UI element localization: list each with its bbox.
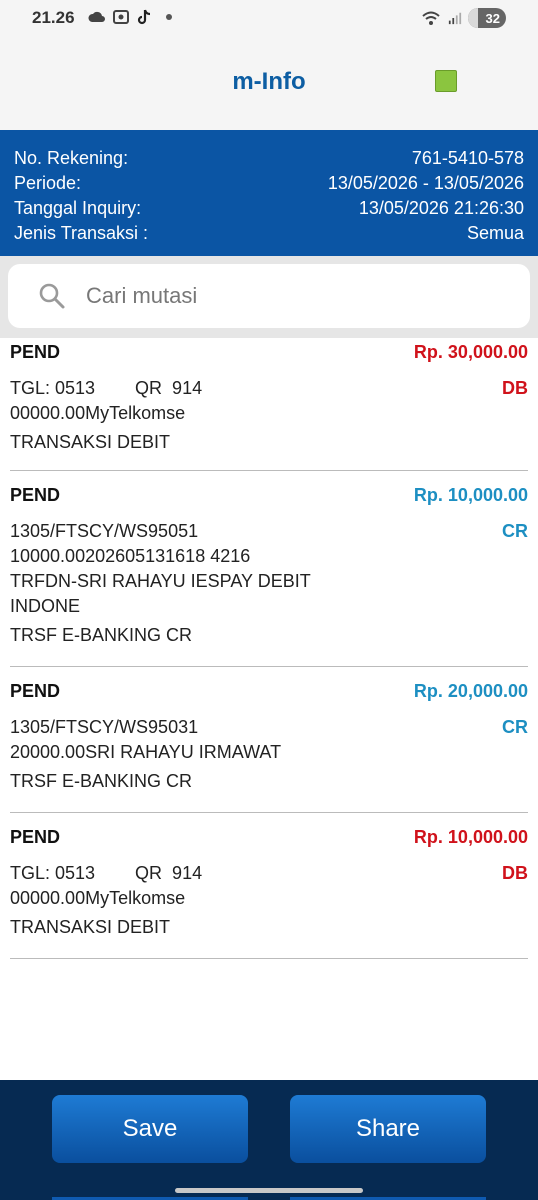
period-row: Periode: 13/05/2026 - 13/05/2026: [14, 171, 524, 196]
transaction-type: CR: [502, 717, 528, 737]
transaction-desc-line: TGL: 0513 QR 914: [10, 378, 203, 398]
transaction-desc-line: 00000.00MyTelkomse: [10, 888, 186, 908]
transaction-status: PEND: [10, 485, 61, 505]
cloud-icon: [88, 11, 105, 22]
transaction-desc-line: 00000.00MyTelkomse: [10, 403, 186, 423]
transaction-desc-line: TRFDN-SRI RAHAYU IESPAY DEBIT: [10, 571, 311, 591]
search-icon: [39, 283, 65, 309]
transaction-type: DB: [502, 863, 528, 883]
inquiry-date-value: 13/05/2026 21:26:30: [358, 198, 524, 218]
transaction-item[interactable]: PEND Rp. 20,000.00 1305/FTSCY/WS95031 20…: [10, 667, 528, 813]
transaction-amount: Rp. 20,000.00: [413, 681, 528, 701]
app-bar: m-Info: [0, 40, 538, 130]
period-value: 13/05/2026 - 13/05/2026: [327, 173, 524, 193]
inquiry-date-row: Tanggal Inquiry: 13/05/2026 21:26:30: [14, 196, 524, 221]
bottom-action-bar: Save Share: [0, 1080, 538, 1200]
connection-indicator: [435, 70, 457, 92]
transaction-category: TRANSAKSI DEBIT: [10, 917, 171, 937]
status-time: 21.26: [32, 8, 75, 27]
transaction-desc-line: 1305/FTSCY/WS95031: [10, 717, 199, 737]
transaction-status: PEND: [10, 342, 61, 362]
search-box[interactable]: [8, 264, 530, 328]
battery-level: 32: [485, 10, 500, 26]
save-button[interactable]: Save: [52, 1095, 248, 1163]
account-number-label: No. Rekening:: [14, 148, 129, 168]
screenshot-icon: [113, 10, 129, 24]
inquiry-date-label: Tanggal Inquiry:: [14, 198, 142, 218]
transaction-list: PEND Rp. 30,000.00 TGL: 0513 QR 914 0000…: [10, 338, 528, 959]
notification-icons: [88, 9, 172, 25]
transaction-status: PEND: [10, 827, 61, 847]
search-area: [0, 256, 538, 338]
more-notifications-dot: [166, 14, 172, 20]
period-label: Periode:: [14, 173, 82, 193]
transaction-type: CR: [502, 521, 528, 541]
transaction-amount: Rp. 10,000.00: [413, 485, 528, 505]
wifi-icon: [422, 11, 440, 25]
transaction-category: TRSF E-BANKING CR: [10, 625, 193, 645]
transaction-status: PEND: [10, 681, 61, 701]
transaction-type-value: Semua: [466, 223, 524, 243]
status-bar: 21.26 32: [0, 0, 538, 40]
account-info-panel: No. Rekening: 761-5410-578 Periode: 13/0…: [0, 130, 538, 256]
transaction-type: DB: [502, 378, 528, 398]
transaction-category: TRANSAKSI DEBIT: [10, 432, 171, 452]
tiktok-icon: [137, 9, 151, 25]
transaction-desc-line: 20000.00SRI RAHAYU IRMAWAT: [10, 742, 282, 762]
battery-icon: 32: [468, 8, 506, 28]
transaction-item[interactable]: PEND Rp. 10,000.00 TGL: 0513 QR 914 0000…: [10, 813, 528, 959]
account-number-row: No. Rekening: 761-5410-578: [14, 146, 524, 171]
transaction-desc-line: INDONE: [10, 596, 81, 616]
page-title: m-Info: [232, 68, 306, 95]
transaction-desc-line: TGL: 0513 QR 914: [10, 863, 203, 883]
signal-icon: [448, 12, 462, 25]
transaction-item[interactable]: PEND Rp. 10,000.00 1305/FTSCY/WS95051 10…: [10, 471, 528, 667]
transaction-amount: Rp. 10,000.00: [413, 827, 528, 847]
search-input[interactable]: [86, 283, 486, 309]
account-number-value: 761-5410-578: [411, 148, 524, 168]
transaction-desc-line: 1305/FTSCY/WS95051: [10, 521, 199, 541]
transaction-amount: Rp. 30,000.00: [413, 342, 528, 362]
transaction-category: TRSF E-BANKING CR: [10, 771, 193, 791]
share-button[interactable]: Share: [290, 1095, 486, 1163]
system-icons: 32: [420, 8, 506, 28]
transaction-type-label: Jenis Transaksi :: [14, 223, 149, 243]
home-indicator[interactable]: [175, 1188, 363, 1193]
transaction-type-row: Jenis Transaksi : Semua: [14, 221, 524, 246]
transaction-item[interactable]: PEND Rp. 30,000.00 TGL: 0513 QR 914 0000…: [10, 338, 528, 471]
transaction-desc-line: 10000.00202605131618 4216: [10, 546, 251, 566]
